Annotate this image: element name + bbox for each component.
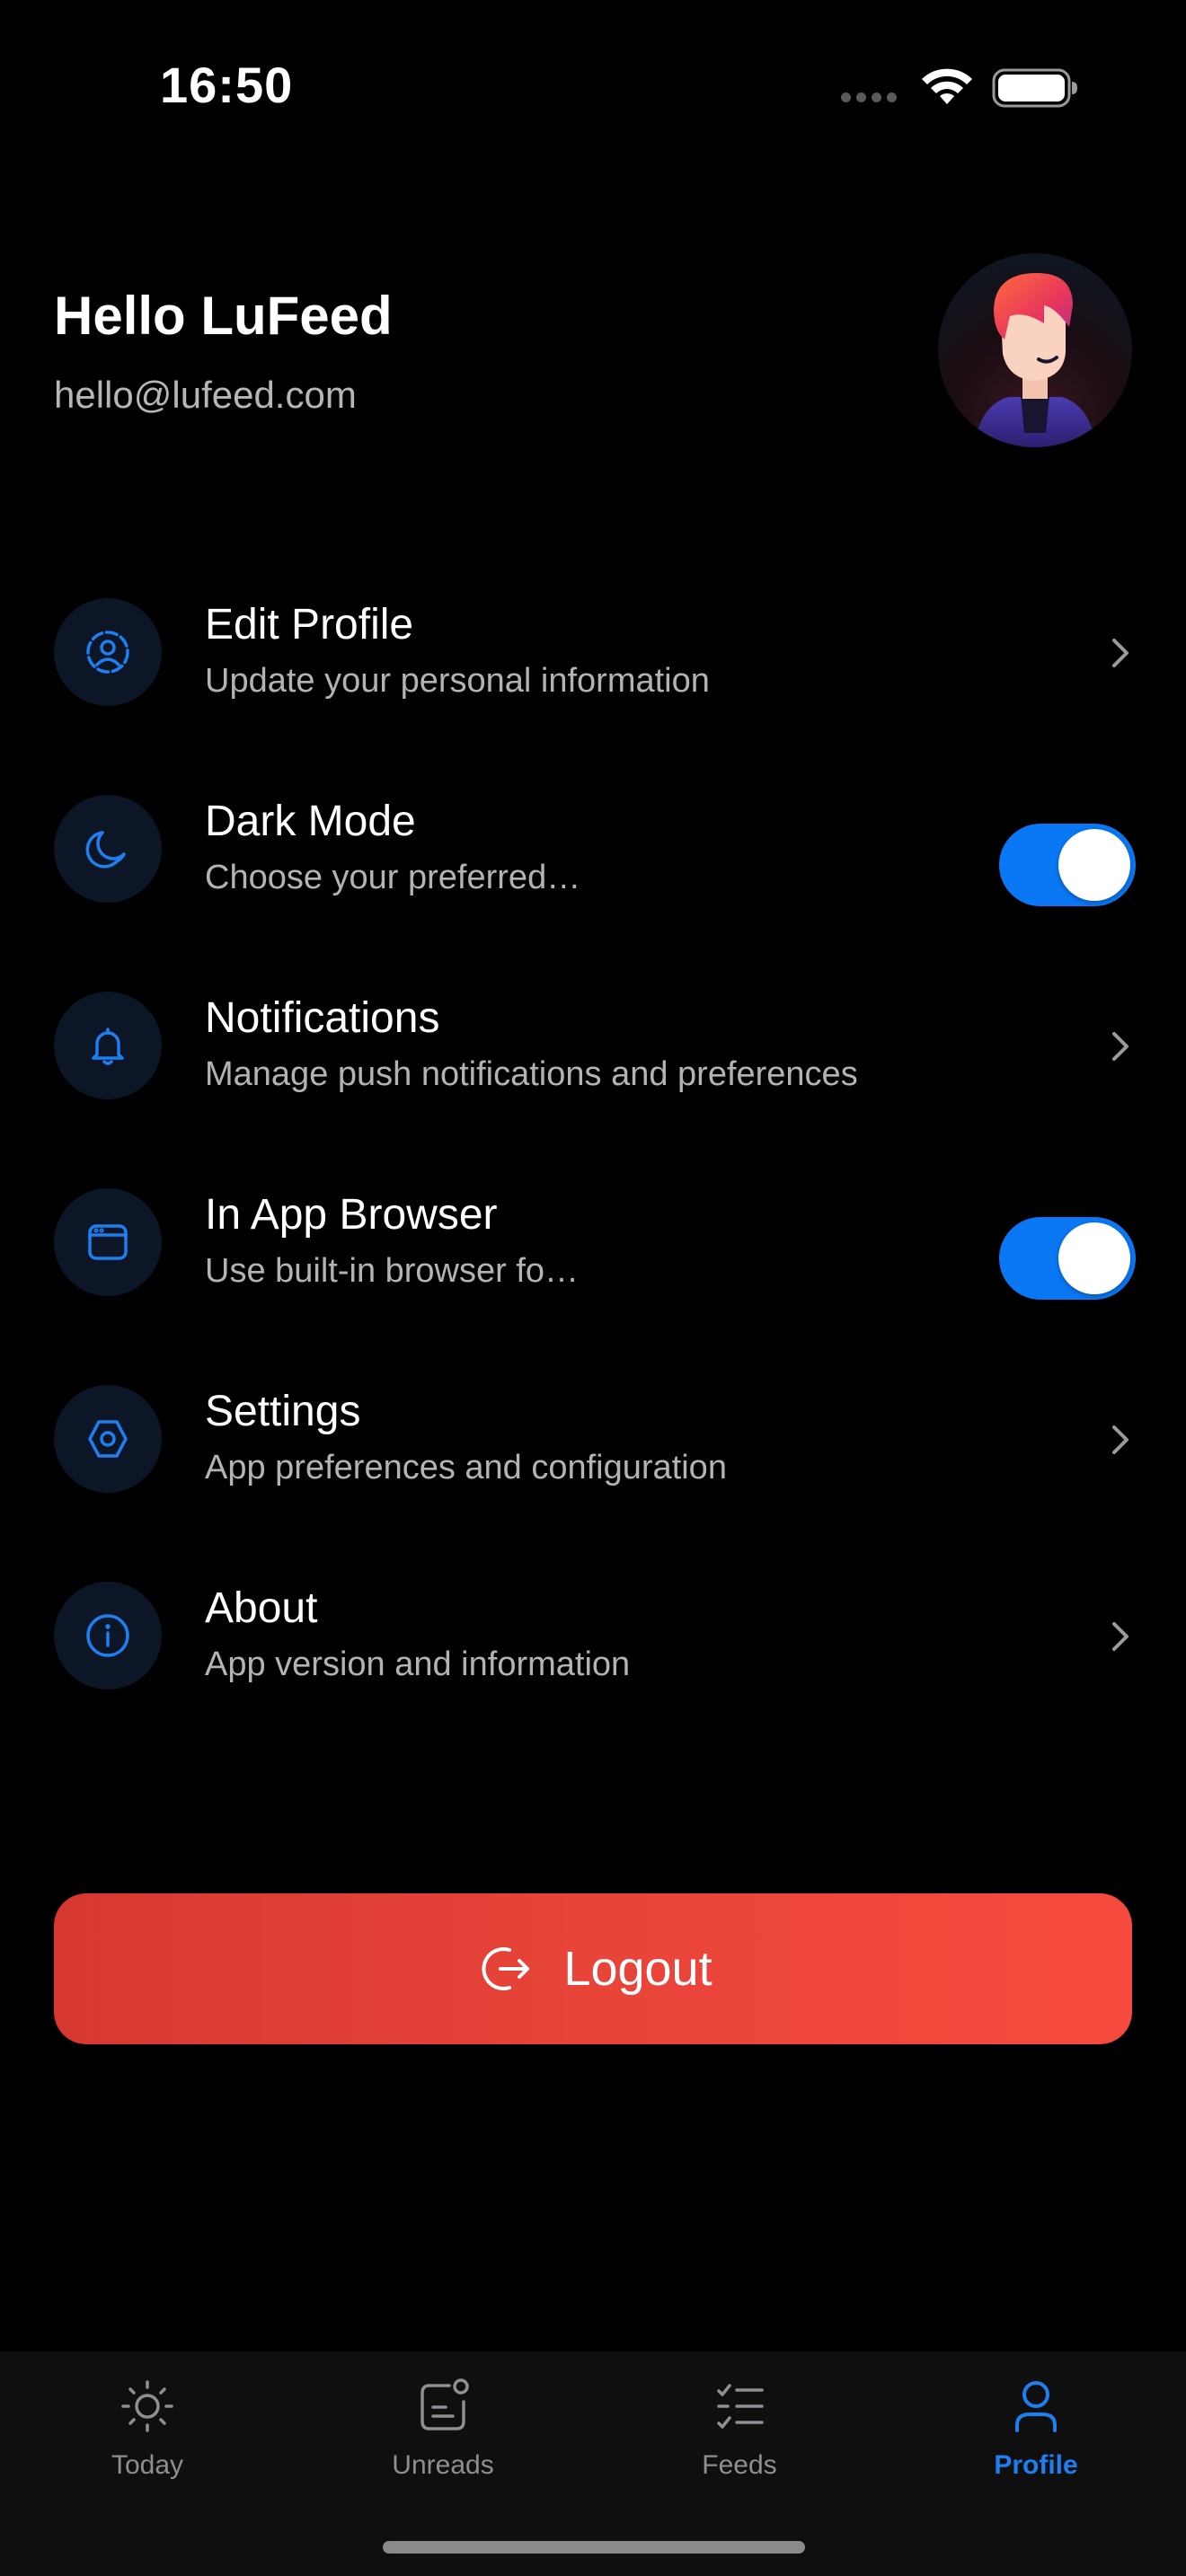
- moon-icon: [54, 795, 162, 903]
- menu-subtitle: Use built-in browser fo…: [205, 1252, 580, 1290]
- settings-menu: Edit Profile Update your personal inform…: [0, 588, 1186, 1769]
- logout-button[interactable]: Logout: [54, 1893, 1132, 2044]
- tab-unreads[interactable]: Unreads: [353, 2375, 533, 2501]
- battery-icon: [992, 68, 1077, 108]
- tab-label: Feeds: [702, 2450, 777, 2480]
- info-icon: [54, 1582, 162, 1689]
- tab-label: Unreads: [392, 2450, 494, 2480]
- logout-icon: [482, 1947, 530, 1990]
- bell-icon: [54, 992, 162, 1099]
- menu-item-notifications[interactable]: Notifications Manage push notifications …: [0, 982, 1186, 1178]
- menu-subtitle: Choose your preferred…: [205, 859, 581, 896]
- toggle-knob: [1058, 829, 1130, 901]
- hexagon-settings-icon: [54, 1385, 162, 1493]
- checklist-icon: [717, 2384, 764, 2429]
- tab-feeds[interactable]: Feeds: [650, 2375, 829, 2501]
- menu-item-edit-profile[interactable]: Edit Profile Update your personal inform…: [0, 588, 1186, 785]
- menu-title: Edit Profile: [205, 601, 414, 648]
- avatar[interactable]: [938, 253, 1132, 447]
- tab-today[interactable]: Today: [58, 2375, 237, 2501]
- user-email: hello@lufeed.com: [54, 374, 357, 416]
- home-indicator[interactable]: [383, 2541, 805, 2554]
- chevron-right-icon: [1112, 1032, 1128, 1061]
- cellular-signal-icon: [841, 93, 897, 102]
- tab-label: Profile: [994, 2450, 1078, 2480]
- chevron-right-icon: [1112, 639, 1128, 667]
- menu-subtitle: App preferences and configuration: [205, 1449, 727, 1486]
- menu-title: Settings: [205, 1388, 361, 1435]
- logout-label: Logout: [563, 1942, 712, 1996]
- dark-mode-toggle[interactable]: [999, 824, 1136, 906]
- menu-title: Dark Mode: [205, 798, 416, 845]
- person-icon: [1015, 2381, 1057, 2432]
- menu-item-in-app-browser: In App Browser Use built-in browser fo…: [0, 1178, 1186, 1375]
- avatar-illustration: [974, 273, 1096, 447]
- unread-badge-icon: [420, 2378, 469, 2430]
- chevron-right-icon: [1112, 1622, 1128, 1651]
- status-bar: 16:50: [0, 0, 1186, 180]
- menu-title: In App Browser: [205, 1191, 498, 1239]
- greeting-title: Hello LuFeed: [54, 286, 393, 346]
- menu-title: About: [205, 1584, 318, 1632]
- status-time: 16:50: [160, 57, 294, 113]
- sun-icon: [121, 2380, 173, 2432]
- menu-item-about[interactable]: About App version and information: [0, 1572, 1186, 1769]
- user-circle-icon: [54, 598, 162, 706]
- menu-item-settings[interactable]: Settings App preferences and configurati…: [0, 1375, 1186, 1572]
- chevron-right-icon: [1112, 1425, 1128, 1454]
- menu-subtitle: Update your personal information: [205, 662, 710, 700]
- tab-profile[interactable]: Profile: [946, 2375, 1126, 2501]
- toggle-knob: [1058, 1222, 1130, 1294]
- browser-window-icon: [54, 1188, 162, 1296]
- menu-subtitle: App version and information: [205, 1645, 631, 1683]
- profile-screen: 16:50 Hello LuFeed hello@lufeed.com Edit…: [0, 0, 1186, 2576]
- menu-subtitle: Manage push notifications and preference…: [205, 1055, 858, 1093]
- menu-item-dark-mode: Dark Mode Choose your preferred…: [0, 785, 1186, 982]
- menu-title: Notifications: [205, 994, 440, 1042]
- in-app-browser-toggle[interactable]: [999, 1217, 1136, 1300]
- wifi-icon: [922, 68, 972, 104]
- tab-label: Today: [111, 2450, 184, 2480]
